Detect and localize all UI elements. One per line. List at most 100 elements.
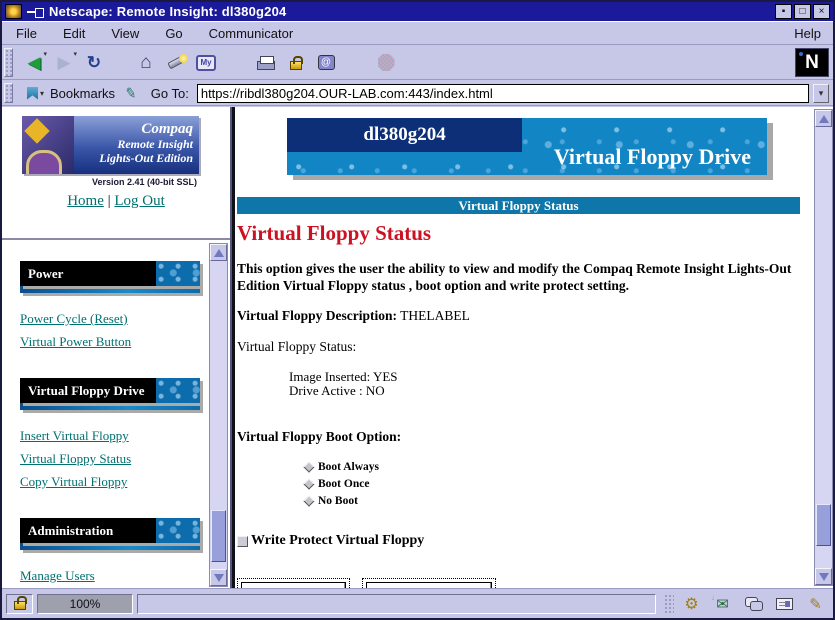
minimize-button[interactable]: ▪ [775,4,792,19]
security-button[interactable] [281,49,311,77]
nav-section-power: Power [20,261,200,286]
navigator-component-button[interactable]: ⚙ [678,593,705,615]
sidebar-link-power-cycle[interactable]: Power Cycle (Reset) [20,312,200,325]
search-button[interactable] [161,49,191,77]
logout-link[interactable]: Log Out [114,193,164,209]
shop-icon: @ [318,55,335,70]
write-protect-row[interactable]: Write Protect Virtual Floppy [237,533,812,549]
bookmarks-icon[interactable] [27,87,38,100]
address-book-icon [776,598,793,610]
radio-button-icon[interactable] [303,478,314,489]
reload-button[interactable]: ↻ [79,49,109,77]
scroll-down-button[interactable] [210,569,227,586]
scrollbar-thumb[interactable] [211,510,226,562]
logo-edition: Lights-Out Edition [74,152,193,166]
address-book-component-button[interactable] [771,593,798,615]
url-input[interactable] [197,84,809,103]
menu-communicator[interactable]: Communicator [209,26,294,41]
page-proxy-icon[interactable]: ✎ [124,84,139,103]
shop-button[interactable]: @ [311,49,341,77]
status-lock-icon [14,601,26,610]
pushpin-icon [27,7,44,17]
section-title-bar: Virtual Floppy Status [237,197,800,214]
my-netscape-button[interactable]: My [191,49,221,77]
main-scrollbar[interactable] [814,109,833,586]
session-links: Home | Log Out [2,193,230,210]
boot-option-group: Boot Always Boot Once No Boot [305,458,812,509]
title-bar: Netscape: Remote Insight: dl380g204 ▪ □ … [2,2,833,22]
radio-boot-once[interactable]: Boot Once [305,475,812,492]
maximize-button[interactable]: □ [794,4,811,19]
composer-component-button[interactable]: ✎ [802,593,829,615]
url-dropdown-button[interactable]: ▾ [813,84,829,103]
my-netscape-icon: My [196,55,216,71]
content-area: Compaq Remote Insight Lights-Out Edition… [2,107,833,588]
sidebar-link-virtual-floppy-status[interactable]: Virtual Floppy Status [20,452,200,465]
page-heading: Virtual Floppy Status [237,221,812,246]
intro-paragraph: This option gives the user the ability t… [237,260,802,294]
sidebar-link-insert-virtual-floppy[interactable]: Insert Virtual Floppy [20,429,200,442]
bookmarks-button[interactable]: Bookmarks [50,86,115,101]
stop-icon [378,54,395,71]
sidebar-frame: Compaq Remote Insight Lights-Out Edition… [2,107,232,588]
back-icon: ◀ [27,53,40,73]
radio-no-boot[interactable]: No Boot [305,492,812,509]
scroll-up-button[interactable] [210,244,227,261]
menu-edit[interactable]: Edit [63,26,85,41]
navigator-wheel-icon: ⚙ [684,594,698,614]
mailbox-icon: ✉ [716,595,729,613]
discussions-component-button[interactable] [740,593,767,615]
radio-button-icon[interactable] [303,495,314,506]
security-status-box[interactable] [6,594,33,614]
mail-arrow-icon: ↓ [711,593,715,602]
printer-icon [257,61,275,70]
forward-button[interactable]: ▶ ▾ [49,49,79,77]
version-label: Version 2.41 (40-bit SSL) [2,177,197,187]
location-bar: ▾ Bookmarks ✎ Go To: ▾ [2,81,833,106]
menu-view[interactable]: View [111,26,139,41]
scroll-up-button[interactable] [815,110,832,127]
radio-button-icon[interactable] [303,461,314,472]
boot-option-label: Virtual Floppy Boot Option: [237,429,812,445]
scrollbar-thumb[interactable] [816,504,831,546]
netscape-logo[interactable]: N [795,48,829,77]
stop-button[interactable] [371,49,401,77]
browser-window: Netscape: Remote Insight: dl380g204 ▪ □ … [0,0,835,620]
location-bar-grip[interactable] [4,83,13,104]
nav-band-cap [156,518,200,543]
component-bar-grip[interactable] [664,594,674,614]
window-controls: ▪ □ × [775,4,830,19]
logo-product: Remote Insight [74,138,193,152]
menu-go[interactable]: Go [165,26,182,41]
home-button[interactable]: ⌂ [131,49,161,77]
status-image-inserted: Image Inserted: YES [289,370,812,384]
forward-icon: ▶ [57,53,70,73]
write-protect-label: Write Protect Virtual Floppy [251,533,424,549]
sidebar-scrollbar[interactable] [209,243,228,587]
scroll-down-button[interactable] [815,568,832,585]
menu-bar: File Edit View Go Communicator Help [2,23,833,45]
toolbar-grip[interactable] [4,48,13,76]
nav-section-virtual-floppy: Virtual Floppy Drive [20,378,200,403]
page-banner: dl380g204 Virtual Floppy Drive [287,118,767,175]
menu-file[interactable]: File [16,26,37,41]
description-value: THELABEL [400,308,470,323]
status-label: Virtual Floppy Status: [237,339,812,355]
window-badge-icon [5,4,22,19]
search-flashlight-icon [167,56,184,70]
print-button[interactable] [251,49,281,77]
mailbox-component-button[interactable]: ↓ ✉ [709,593,736,615]
back-button[interactable]: ◀ ▾ [19,49,49,77]
sidebar-link-virtual-power-button[interactable]: Virtual Power Button [20,335,200,348]
sidebar-link-copy-virtual-floppy[interactable]: Copy Virtual Floppy [20,475,200,488]
close-button[interactable]: × [813,4,830,19]
discussions-icon [745,597,763,611]
nav-section-administration: Administration [20,518,200,543]
write-protect-checkbox[interactable] [237,536,248,547]
radio-boot-always[interactable]: Boot Always [305,458,812,475]
sidebar-link-manage-users[interactable]: Manage Users [20,569,200,582]
composer-pen-icon: ✎ [809,595,822,613]
menu-help[interactable]: Help [794,26,821,41]
nav-band-cap [156,261,200,286]
home-link[interactable]: Home [67,193,104,209]
